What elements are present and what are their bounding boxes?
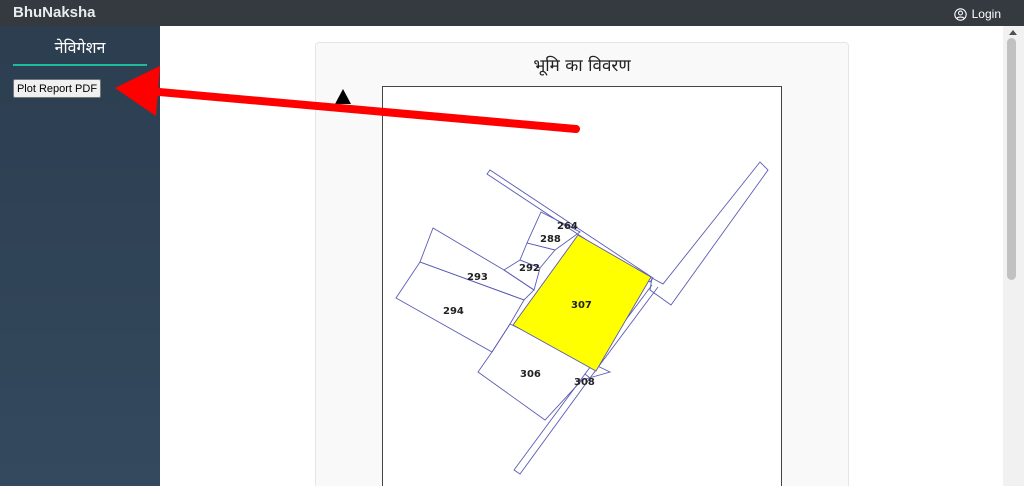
scroll-up-arrow-icon[interactable] [1009,30,1017,35]
plot-report-pdf-button[interactable]: Plot Report PDF [13,79,101,98]
scroll-thumb[interactable] [1007,38,1016,280]
card-title: भूमि का विवरण [533,56,631,76]
login-link[interactable]: Login [953,6,1001,22]
main-content: भूमि का विवरण [160,26,1003,486]
top-navbar: BhuNaksha Login [0,0,1024,26]
navigation-title: नेविगेशन [54,38,106,57]
map-frame[interactable] [382,86,782,486]
sidebar: नेविगेशन Plot Report PDF [0,26,160,486]
user-circle-icon [953,7,967,21]
brand-logo[interactable]: BhuNaksha [13,4,96,21]
vertical-scrollbar[interactable] [1003,26,1024,486]
navigation-divider [13,64,147,66]
login-label: Login [971,7,1001,21]
land-details-card: भूमि का विवरण [315,42,849,486]
